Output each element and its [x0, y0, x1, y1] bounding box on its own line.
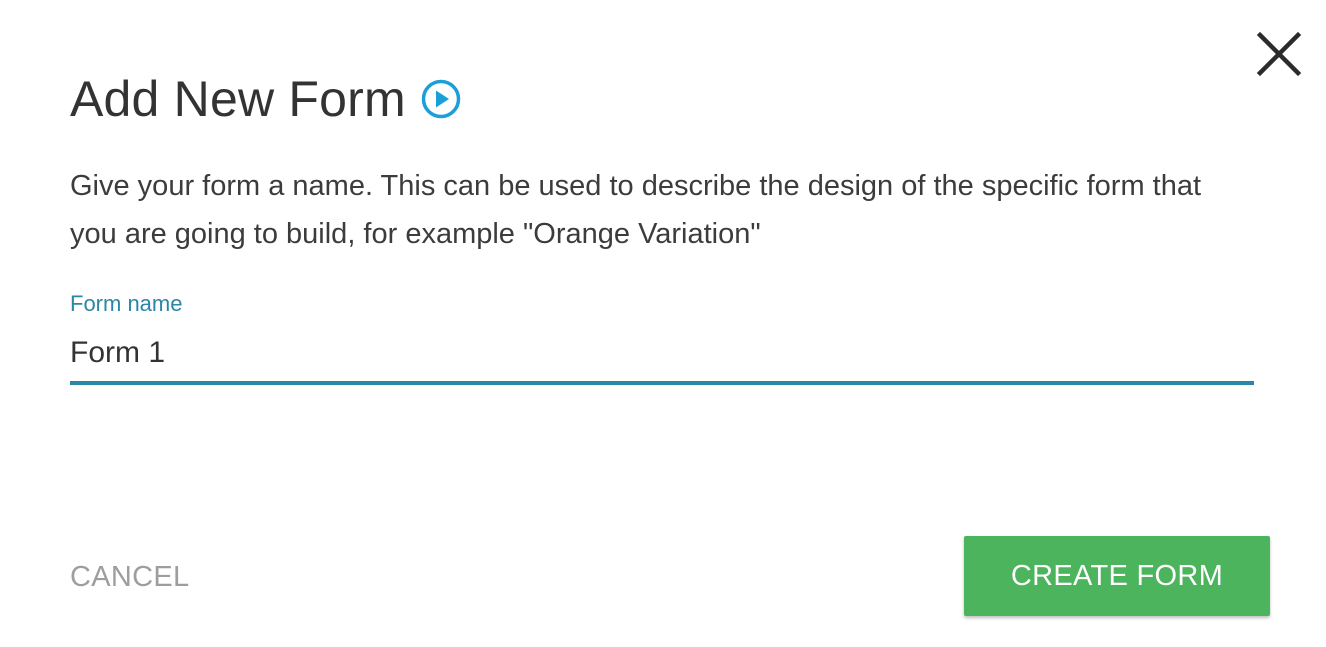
dialog-description: Give your form a name. This can be used … [70, 170, 1202, 250]
close-button[interactable] [1253, 28, 1305, 80]
cancel-button[interactable]: CANCEL [70, 556, 189, 598]
play-circle-icon[interactable] [420, 78, 462, 120]
form-name-label: Form name [70, 291, 183, 316]
dialog-title: Add New Form [70, 71, 406, 127]
form-name-underline [70, 381, 1254, 385]
close-icon [1253, 28, 1305, 80]
add-new-form-dialog: Add New Form Give your form a name. This… [0, 0, 1326, 647]
form-name-input[interactable] [70, 326, 1254, 380]
dialog-header: Add New Form [70, 68, 462, 130]
form-name-field [70, 326, 1254, 386]
create-form-button[interactable]: CREATE FORM [964, 536, 1270, 616]
